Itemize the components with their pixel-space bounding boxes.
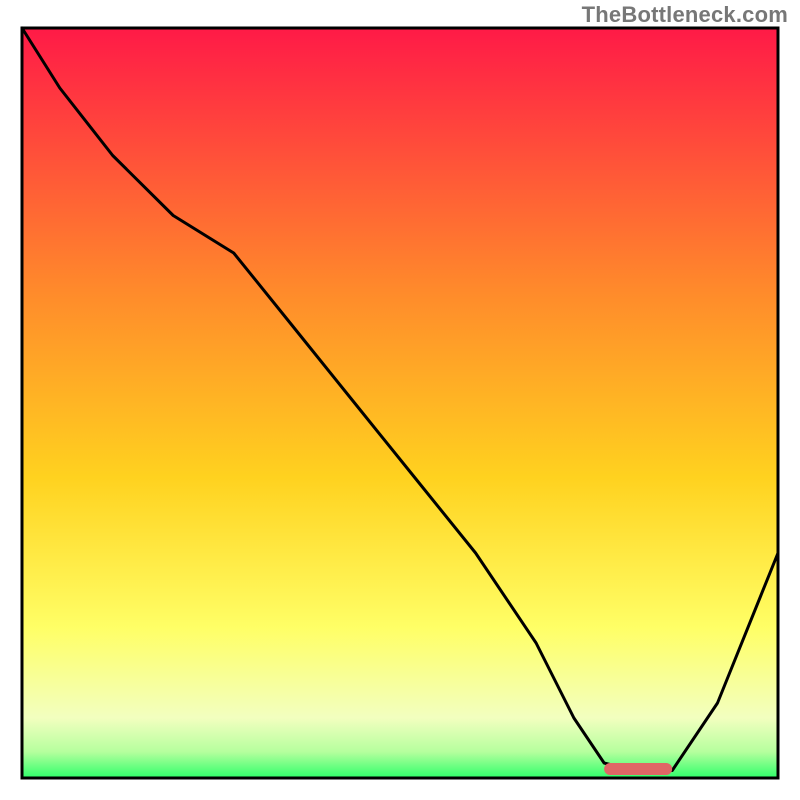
chart-background	[22, 28, 778, 778]
bottleneck-chart	[0, 0, 800, 800]
optimal-range-marker	[604, 763, 672, 775]
chart-container: TheBottleneck.com	[0, 0, 800, 800]
